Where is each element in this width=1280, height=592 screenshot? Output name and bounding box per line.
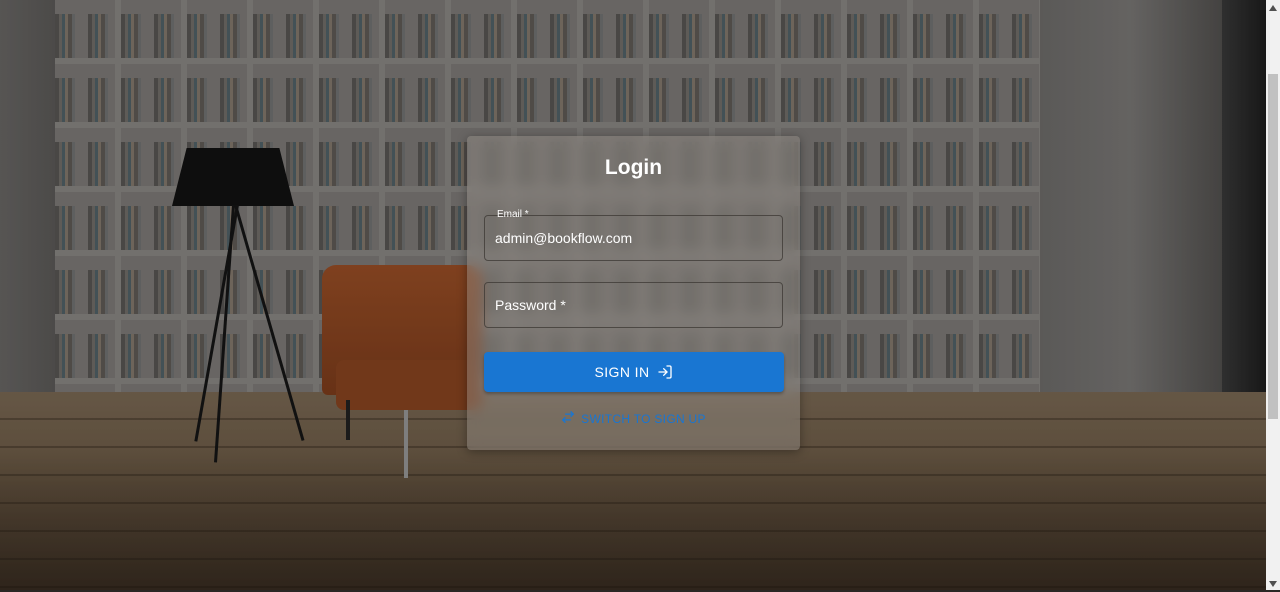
sign-in-label: SIGN IN — [594, 364, 650, 380]
sign-in-button[interactable]: SIGN IN — [484, 352, 784, 392]
scroll-down-button[interactable] — [1266, 576, 1280, 590]
password-input[interactable]: Password * — [495, 297, 566, 313]
scrollbar-thumb[interactable] — [1268, 74, 1278, 419]
email-input[interactable]: admin@bookflow.com — [495, 230, 632, 246]
email-field[interactable]: Email * admin@bookflow.com — [484, 209, 783, 261]
email-label: Email * — [497, 209, 529, 220]
login-card: Login Email * admin@bookflow.com Passwor… — [467, 136, 800, 450]
password-field[interactable]: Password * — [484, 282, 783, 328]
scroll-up-button[interactable] — [1266, 0, 1280, 14]
switch-to-sign-up-link[interactable]: SWITCH TO SIGN UP — [467, 410, 800, 427]
chevron-down-icon — [1269, 574, 1277, 592]
switch-label: SWITCH TO SIGN UP — [581, 411, 706, 426]
chevron-up-icon — [1269, 0, 1277, 16]
vertical-scrollbar[interactable] — [1266, 0, 1280, 590]
login-arrow-icon — [657, 364, 673, 380]
login-title: Login — [604, 156, 663, 179]
swap-arrows-icon — [561, 410, 575, 427]
